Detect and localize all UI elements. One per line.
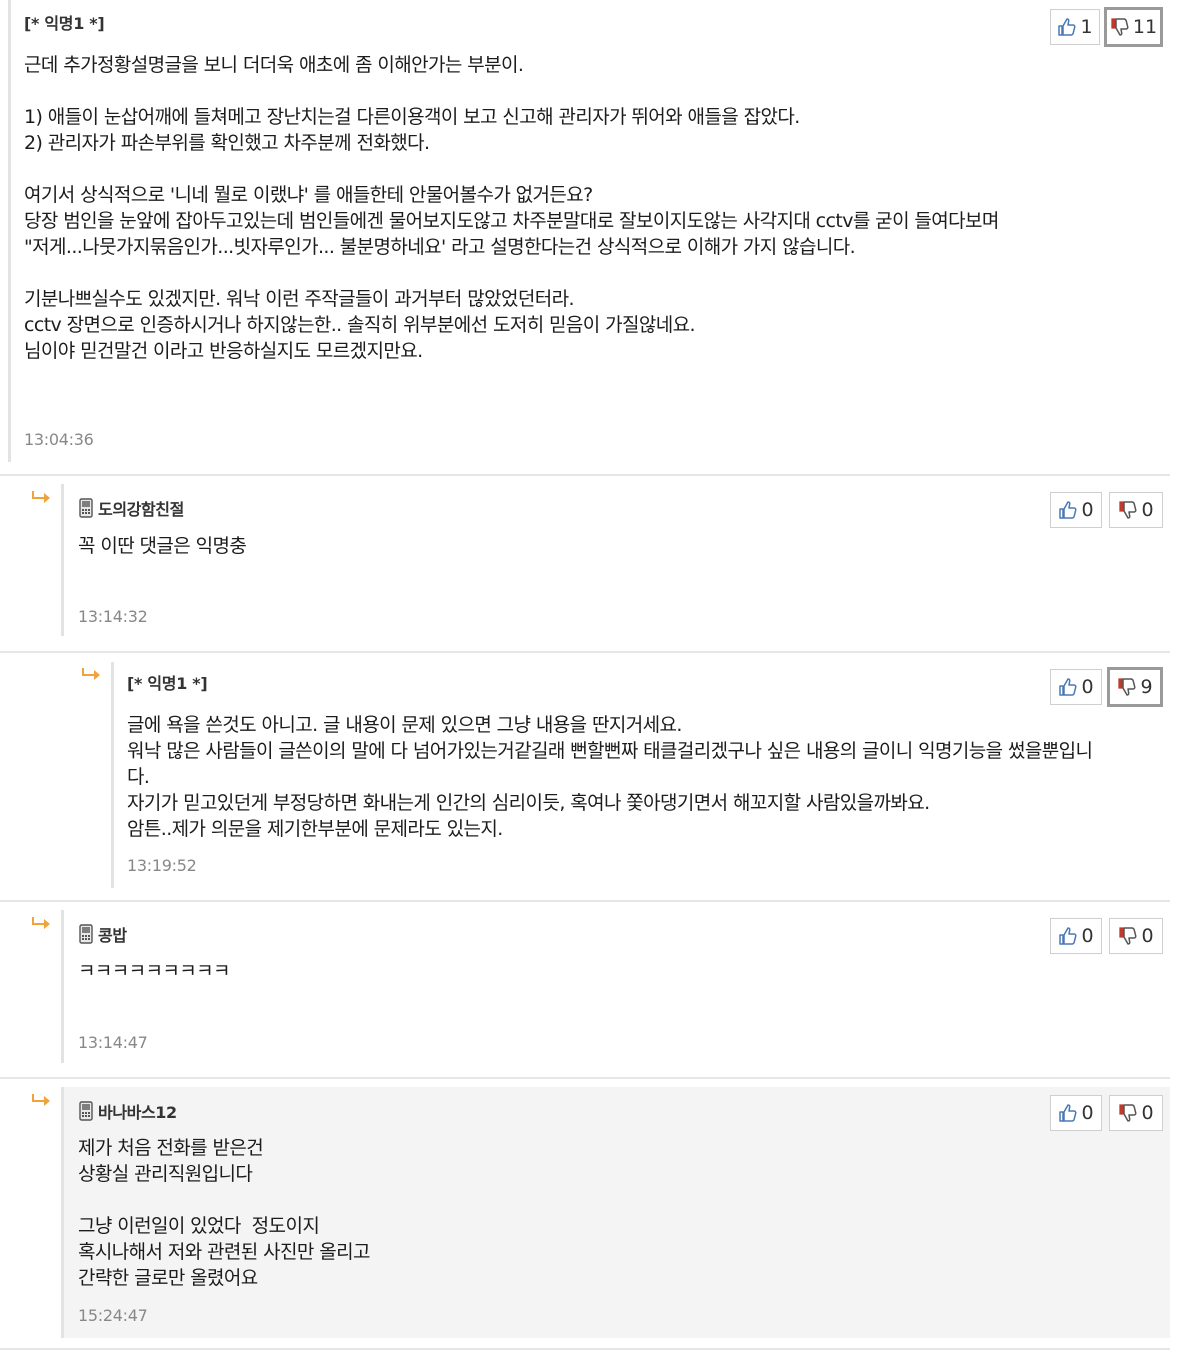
comment-5-dislike-button[interactable]: 0	[1109, 1095, 1163, 1131]
thumbs-down-icon	[1111, 18, 1129, 36]
mobile-icon	[79, 1101, 93, 1121]
reply-arrow-icon	[32, 917, 50, 929]
separator	[0, 900, 1170, 902]
reply-arrow-icon	[32, 1094, 50, 1106]
comment-1-time: 13:04:36	[24, 430, 94, 449]
comment-1-dislike-button[interactable]: 11	[1104, 7, 1163, 47]
comment-3-dislike-button[interactable]: 9	[1107, 667, 1163, 707]
comment-2-author[interactable]: 도의강함친절	[78, 496, 184, 520]
comment-1-text: 근데 추가정황설명글을 보니 더더욱 애초에 좀 이해안가는 부분이. 1) 애…	[24, 54, 999, 362]
comment-3-left-border	[111, 662, 114, 888]
comment-3-text: 글에 욕을 쓴것도 아니고. 글 내용이 문제 있으면 그냥 내용을 딴지거세요…	[127, 714, 1093, 840]
thumbs-down-icon	[1118, 678, 1136, 696]
comment-3-like-count: 0	[1081, 676, 1094, 698]
thumbs-up-icon	[1059, 501, 1077, 519]
thumbs-up-icon	[1059, 1104, 1077, 1122]
comment-5-left-border	[61, 1087, 64, 1338]
comment-3-dislike-count: 9	[1140, 676, 1153, 698]
comment-5-text: 제가 처음 전화를 받은건 상황실 관리직원입니다 그냥 이런일이 있었다 정도…	[78, 1137, 370, 1289]
comment-5-time: 15:24:47	[78, 1306, 148, 1325]
mobile-icon	[79, 924, 93, 944]
comment-3-like-button[interactable]: 0	[1050, 669, 1102, 705]
separator	[0, 1077, 1170, 1079]
comment-4-dislike-button[interactable]: 0	[1109, 918, 1163, 954]
comment-4-author[interactable]: 콩밥	[78, 922, 127, 946]
comment-2-like-count: 0	[1081, 499, 1094, 521]
comment-4-left-border	[61, 910, 64, 1063]
comment-4-author-name: 콩밥	[98, 926, 127, 945]
thumbs-up-icon	[1059, 927, 1077, 945]
separator	[0, 651, 1170, 653]
comment-2-left-border	[61, 484, 64, 636]
comment-5-like-count: 0	[1081, 1102, 1094, 1124]
comment-3-time: 13:19:52	[127, 856, 197, 875]
thumbs-down-icon	[1119, 1104, 1137, 1122]
reply-arrow-icon	[32, 491, 50, 503]
comment-5-author[interactable]: 바나바스12	[78, 1099, 177, 1123]
comment-3-author: [* 익명1 *]	[127, 674, 208, 693]
comment-5-like-button[interactable]: 0	[1050, 1095, 1102, 1131]
comment-2-dislike-count: 0	[1141, 499, 1154, 521]
thumbs-down-icon	[1119, 501, 1137, 519]
comment-1-author: [* 익명1 *]	[24, 14, 105, 33]
comment-2-author-name: 도의강함친절	[98, 500, 184, 519]
separator	[0, 474, 1170, 476]
mobile-icon	[79, 498, 93, 518]
comment-1-dislike-count: 11	[1132, 16, 1158, 38]
comment-2-text: 꼭 이딴 댓글은 익명충	[78, 535, 247, 557]
comment-4-dislike-count: 0	[1141, 925, 1154, 947]
comment-1-like-count: 1	[1080, 16, 1093, 38]
reply-arrow-icon	[82, 668, 100, 680]
comment-2-dislike-button[interactable]: 0	[1109, 492, 1163, 528]
comment-1-left-border	[8, 0, 11, 462]
comment-4-like-button[interactable]: 0	[1050, 918, 1102, 954]
comment-2-like-button[interactable]: 0	[1050, 492, 1102, 528]
comment-4-like-count: 0	[1081, 925, 1094, 947]
comment-2-time: 13:14:32	[78, 607, 148, 626]
separator	[0, 1348, 1170, 1350]
comment-4-text: ㅋㅋㅋㅋㅋㅋㅋㅋㅋ	[78, 960, 231, 982]
thumbs-up-icon	[1058, 18, 1076, 36]
comment-4-time: 13:14:47	[78, 1033, 148, 1052]
comment-5-author-name: 바나바스12	[98, 1103, 177, 1122]
comment-1-like-button[interactable]: 1	[1050, 9, 1100, 45]
thumbs-up-icon	[1059, 678, 1077, 696]
thumbs-down-icon	[1119, 927, 1137, 945]
comment-5-dislike-count: 0	[1141, 1102, 1154, 1124]
